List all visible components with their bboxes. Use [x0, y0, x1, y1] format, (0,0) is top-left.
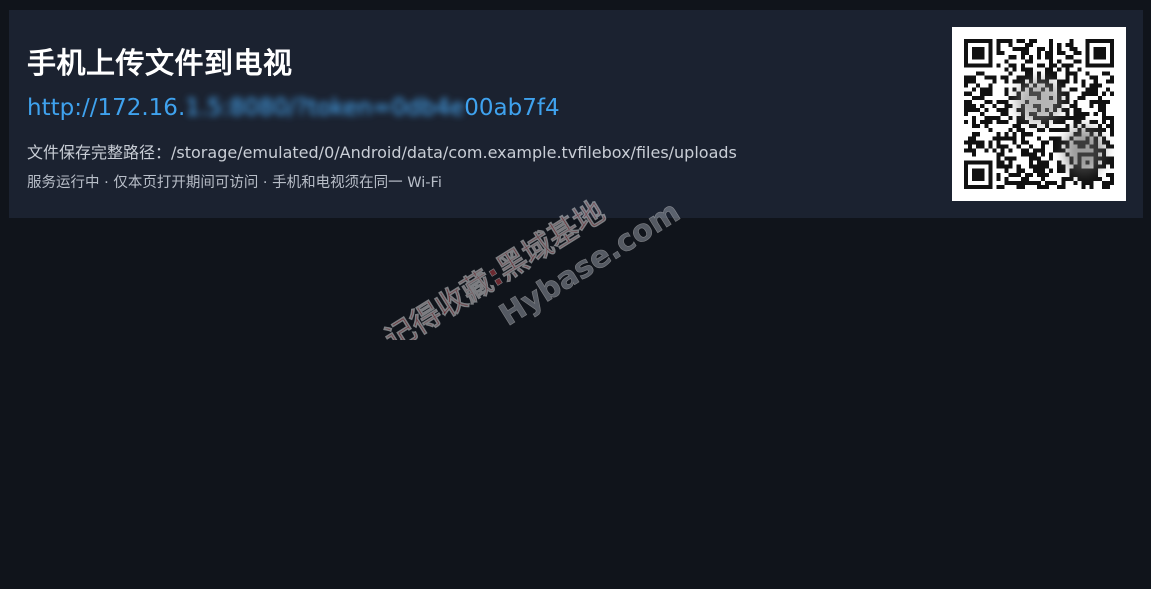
- upload-url-blurred: 1.5:8080/?token=0db4e: [185, 95, 465, 121]
- service-status-text: 服务运行中 · 仅本页打开期间可访问 · 手机和电视须在同一 Wi-Fi: [27, 175, 442, 191]
- qr-blur-overlay: [1016, 79, 1062, 123]
- upload-url-suffix: 00ab7f4: [464, 95, 560, 121]
- upload-url-link[interactable]: http://172.16.1.5:8080/?token=0db4e00ab7…: [27, 95, 560, 121]
- upload-url-prefix: http://172.16.: [27, 95, 186, 121]
- save-path-value: /storage/emulated/0/Android/data/com.exa…: [171, 143, 737, 162]
- qr-code: [952, 27, 1126, 201]
- upload-info-panel: 手机上传文件到电视 http://172.16.1.5:8080/?token=…: [9, 10, 1143, 218]
- save-path-line: 文件保存完整路径：/storage/emulated/0/Android/dat…: [27, 139, 737, 163]
- page-title: 手机上传文件到电视: [27, 46, 293, 80]
- qr-blur-overlay-2: [1064, 127, 1104, 175]
- save-path-label: 文件保存完整路径：: [27, 143, 172, 162]
